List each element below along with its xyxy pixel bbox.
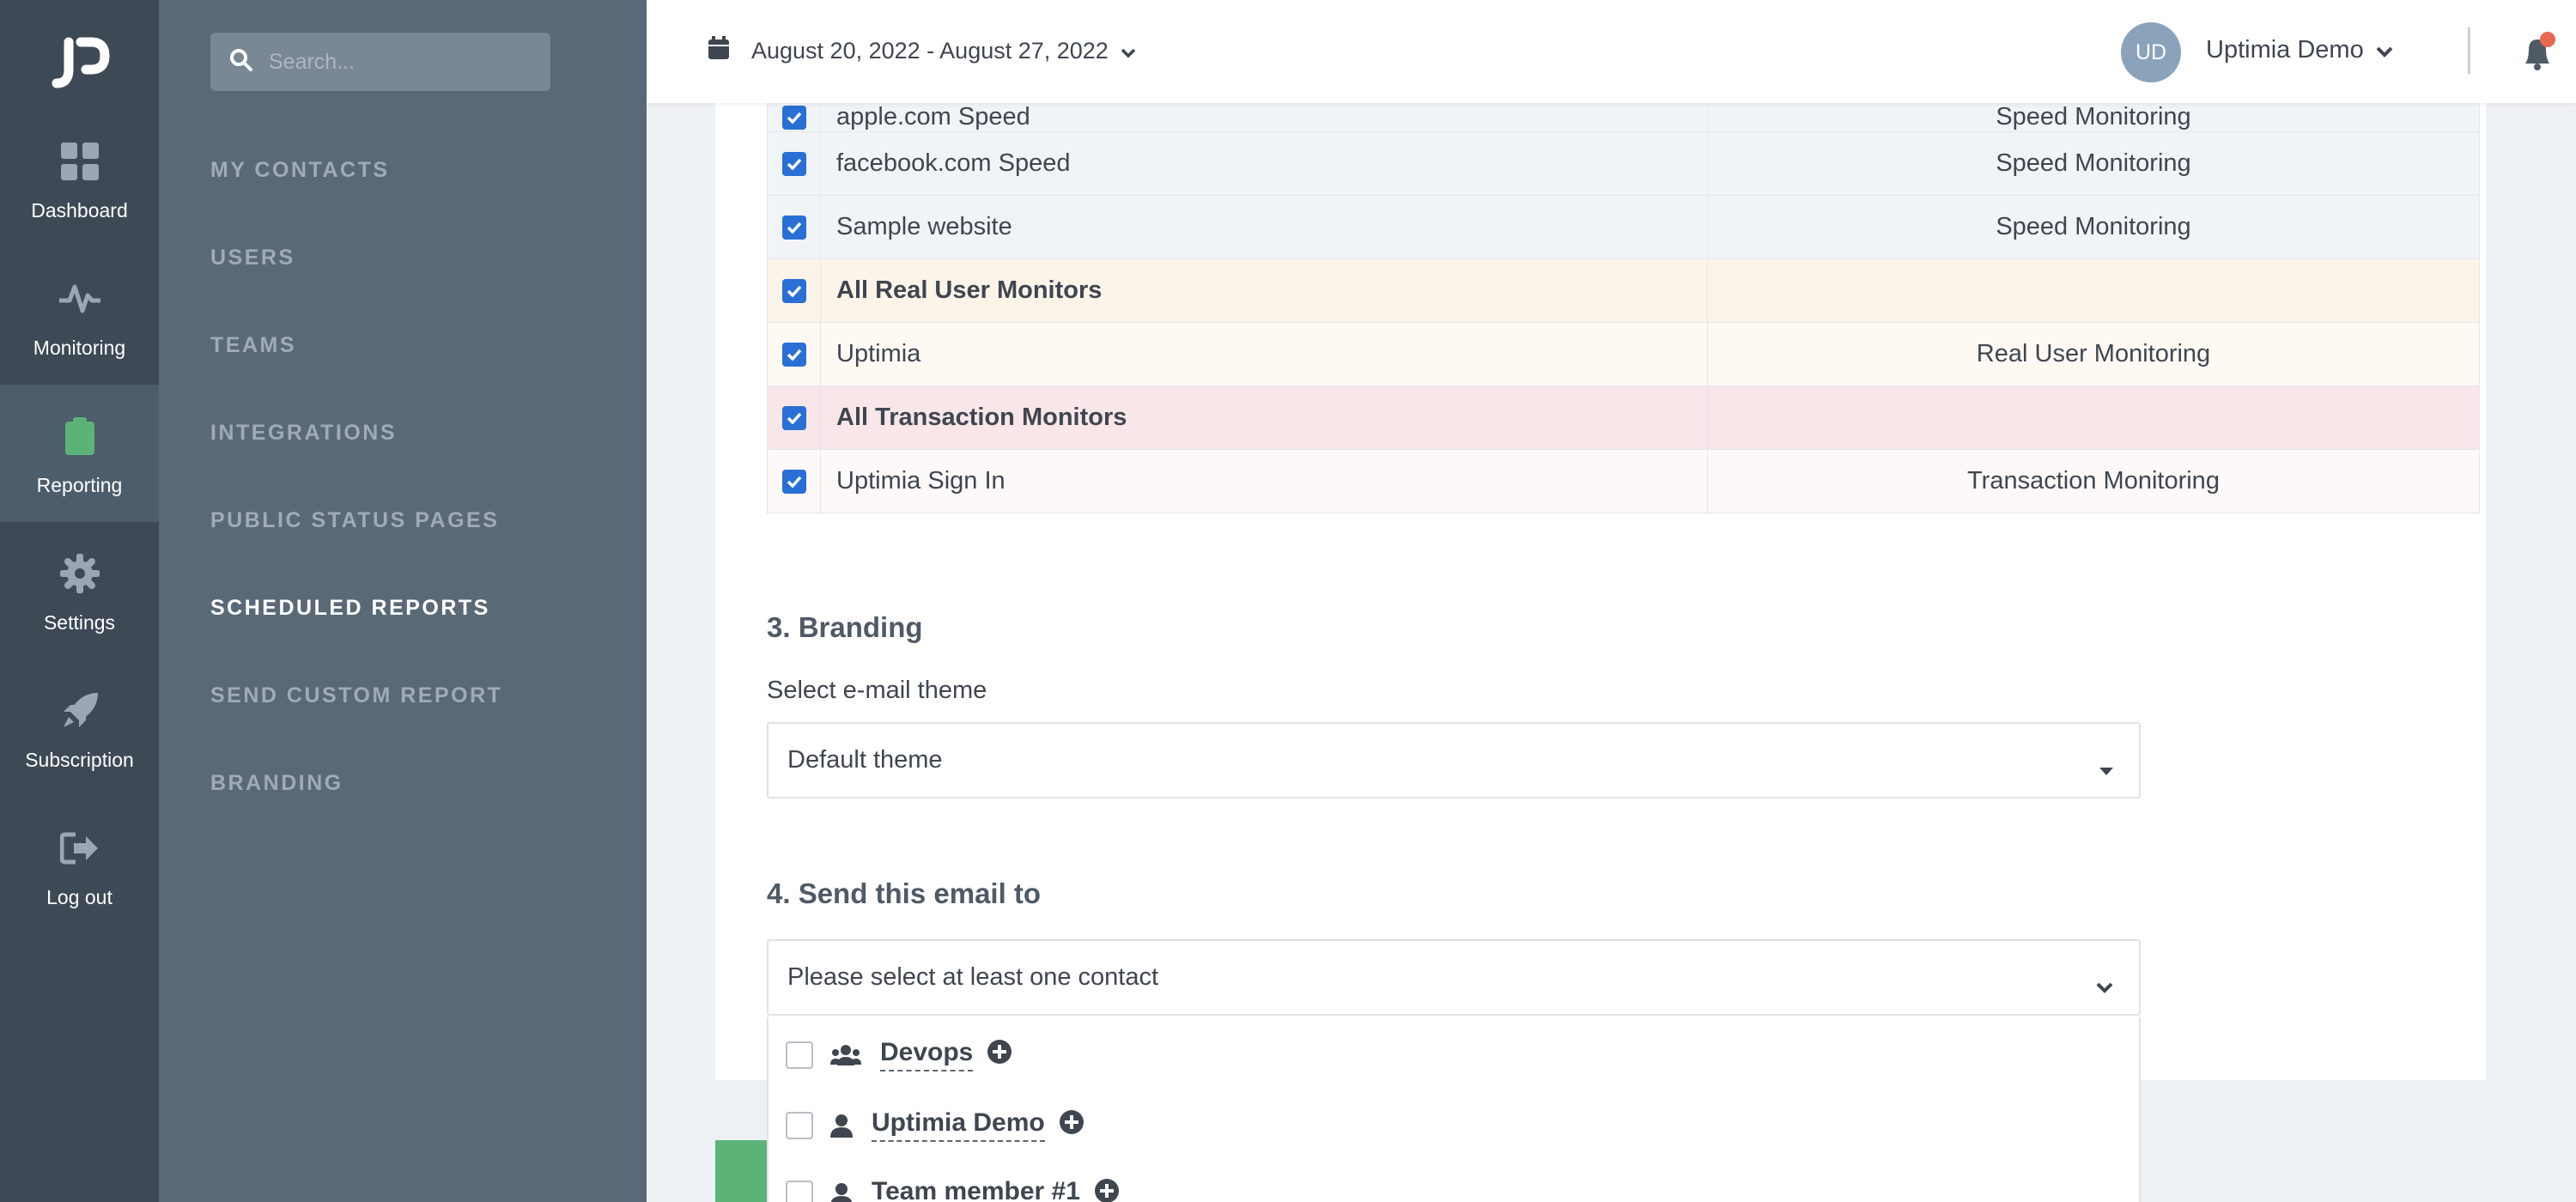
rail-label-reporting: Reporting [36, 473, 123, 496]
subnav-item-send-custom-report[interactable]: SEND CUSTOM REPORT [210, 683, 502, 708]
checkbox-checked[interactable] [781, 343, 806, 367]
email-theme-value: Default theme [787, 746, 943, 774]
clipboard-icon [64, 410, 94, 462]
search-input[interactable]: Search... [210, 33, 550, 91]
monitor-group-name: All Real User Monitors [820, 258, 1708, 323]
monitor-type [1707, 258, 2480, 323]
monitor-type: Speed Monitoring [1707, 131, 2480, 196]
uptimia-logo[interactable] [0, 29, 159, 98]
contact-options-list: Devops Uptimia Demo Team member #1 [767, 1017, 2141, 1202]
contact-option-devops[interactable]: Devops [786, 1038, 1012, 1071]
team-icon [830, 1044, 861, 1066]
contact-option-label: Team member #1 [872, 1177, 1080, 1202]
rail-item-subscription[interactable]: Subscription [0, 659, 159, 797]
table-row: Sample website Speed Monitoring [767, 195, 2480, 259]
checkbox-checked[interactable] [781, 406, 806, 431]
subnav-item-branding[interactable]: BRANDING [210, 771, 343, 796]
top-bar: August 20, 2022 - August 27, 2022 UD Upt… [647, 0, 2576, 103]
divider [2468, 27, 2470, 74]
checkbox-unchecked[interactable] [786, 1180, 813, 1202]
table-row: Uptimia Real User Monitoring [767, 322, 2480, 386]
contact-option-label: Devops [880, 1038, 974, 1071]
user-icon [830, 1114, 853, 1138]
rail-item-settings[interactable]: Settings [0, 522, 159, 659]
monitors-table: apple.com Speed Speed Monitoring faceboo… [767, 103, 2480, 513]
send-to-section-title: 4. Send this email to [767, 877, 1042, 909]
subnav-item-integrations[interactable]: INTEGRATIONS [210, 421, 397, 446]
chevron-down-icon [1121, 38, 1136, 64]
contact-option-team-member-1[interactable]: Team member #1 [786, 1177, 1120, 1202]
rail-item-dashboard[interactable]: Dashboard [0, 110, 159, 247]
rail-item-reporting[interactable]: Reporting [0, 385, 159, 522]
logout-icon [59, 823, 100, 874]
icon-rail: Dashboard Monitoring Reporting Settings … [0, 0, 159, 1202]
contact-option-label: Uptimia Demo [872, 1108, 1045, 1142]
monitor-name: facebook.com Speed [820, 131, 1708, 196]
table-row: All Real User Monitors [767, 258, 2480, 323]
chevron-down-icon [2096, 972, 2113, 1000]
monitor-type: Transaction Monitoring [1707, 449, 2480, 513]
user-name: Uptimia Demo [2206, 36, 2364, 64]
user-icon [830, 1182, 853, 1202]
table-row: facebook.com Speed Speed Monitoring [767, 131, 2480, 196]
monitor-group-name: All Transaction Monitors [820, 385, 1708, 450]
checkbox-checked[interactable] [781, 152, 806, 177]
email-theme-select[interactable]: Default theme [767, 722, 2141, 798]
reporting-subnav: Search... MY CONTACTS USERS TEAMS INTEGR… [159, 0, 647, 1202]
email-theme-label: Select e-mail theme [767, 677, 987, 704]
table-row: apple.com Speed Speed Monitoring [767, 103, 2480, 132]
avatar[interactable]: UD [2121, 22, 2181, 82]
calendar-icon [708, 36, 729, 65]
contact-option-uptimia-demo[interactable]: Uptimia Demo [786, 1108, 1084, 1142]
contact-select-placeholder: Please select at least one contact [787, 963, 1159, 991]
scheduled-report-form: apple.com Speed Speed Monitoring faceboo… [715, 103, 2486, 1080]
subnav-item-users[interactable]: USERS [210, 246, 295, 270]
plus-circle-icon[interactable] [1059, 1109, 1084, 1142]
rail-item-monitoring[interactable]: Monitoring [0, 247, 159, 385]
checkbox-unchecked[interactable] [786, 1111, 813, 1139]
rocket-icon [60, 685, 100, 737]
chevron-down-icon [2376, 36, 2393, 64]
pulse-icon [58, 273, 100, 325]
rail-item-logout[interactable]: Log out [0, 797, 159, 934]
rail-label-subscription: Subscription [25, 748, 134, 771]
subnav-item-teams[interactable]: TEAMS [210, 333, 296, 358]
monitor-name: Uptimia Sign In [820, 449, 1708, 513]
user-menu[interactable]: Uptimia Demo [2206, 36, 2393, 64]
monitor-type [1707, 385, 2480, 450]
rail-label-dashboard: Dashboard [31, 198, 128, 222]
subnav-item-my-contacts[interactable]: MY CONTACTS [210, 158, 390, 183]
monitor-name: Sample website [820, 195, 1708, 259]
submit-button[interactable] [715, 1140, 771, 1202]
notification-bell-icon[interactable] [2515, 31, 2558, 78]
rail-label-settings: Settings [43, 610, 116, 634]
branding-section-title: 3. Branding [767, 611, 923, 643]
plus-circle-icon[interactable] [1094, 1178, 1120, 1202]
checkbox-unchecked[interactable] [786, 1041, 813, 1069]
monitor-name: apple.com Speed [820, 103, 1708, 132]
plus-circle-icon[interactable] [987, 1039, 1012, 1071]
checkbox-checked[interactable] [781, 470, 806, 495]
monitor-type: Real User Monitoring [1707, 322, 2480, 386]
subnav-item-public-status-pages[interactable]: PUBLIC STATUS PAGES [210, 508, 499, 533]
search-placeholder: Search... [269, 49, 355, 74]
date-range-picker[interactable]: August 20, 2022 - August 27, 2022 [708, 36, 1136, 65]
date-range-text: August 20, 2022 - August 27, 2022 [751, 37, 1109, 64]
contact-select[interactable]: Please select at least one contact [767, 939, 2141, 1016]
table-row: Uptimia Sign In Transaction Monitoring [767, 449, 2480, 513]
subnav-item-scheduled-reports[interactable]: SCHEDULED REPORTS [210, 596, 490, 621]
gear-icon [59, 548, 100, 599]
checkbox-checked[interactable] [781, 106, 806, 131]
rail-label-logout: Log out [46, 885, 112, 908]
monitor-type: Speed Monitoring [1707, 195, 2480, 259]
rail-label-monitoring: Monitoring [33, 336, 126, 359]
caret-down-icon [2099, 755, 2113, 783]
monitor-type: Speed Monitoring [1707, 103, 2480, 132]
checkbox-checked[interactable] [781, 279, 806, 304]
checkbox-checked[interactable] [781, 216, 806, 240]
dashboard-icon [60, 136, 99, 187]
search-icon [229, 48, 253, 76]
monitor-name: Uptimia [820, 322, 1708, 386]
table-row: All Transaction Monitors [767, 385, 2480, 450]
